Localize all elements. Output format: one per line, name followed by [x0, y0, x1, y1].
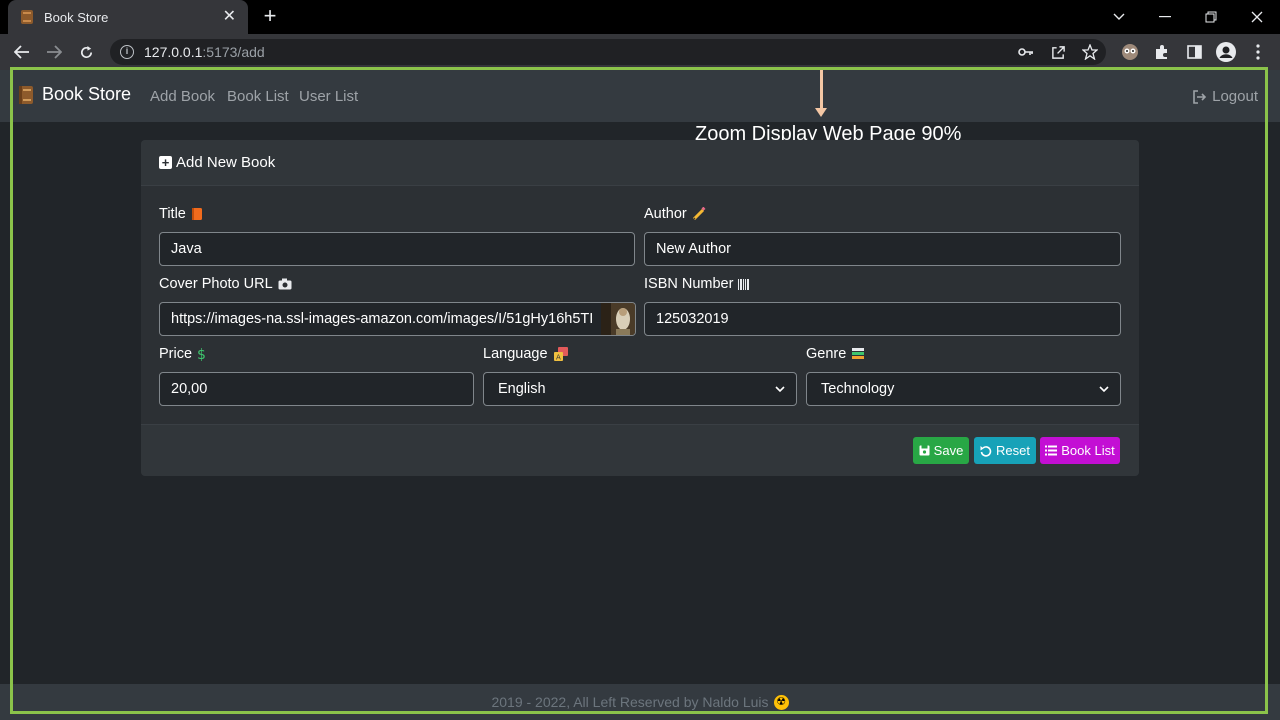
annotation-arrowhead: [815, 108, 827, 117]
tab-search-icon[interactable]: [1096, 0, 1142, 34]
language-selected-value: English: [498, 381, 546, 397]
dollar-sign-icon: $: [197, 347, 205, 361]
tab-title: Book Store: [44, 9, 109, 25]
browser-tab-strip: Book Store ✕ +: [0, 0, 1280, 34]
extensions-puzzle-icon[interactable]: [1150, 40, 1174, 64]
title-input[interactable]: Java: [159, 232, 635, 266]
author-label: Author: [644, 206, 706, 222]
list-icon: [1045, 445, 1058, 456]
menu-kebab-icon[interactable]: [1246, 40, 1270, 64]
restore-icon[interactable]: [1188, 0, 1234, 34]
logout-label: Logout: [1212, 88, 1258, 105]
genre-selected-value: Technology: [821, 381, 895, 397]
web-page: Book Store Add Book Book List User List …: [0, 70, 1280, 720]
annotation-arrow-shaft: [820, 70, 823, 110]
brand-label: Book Store: [42, 84, 132, 104]
logout-icon: [1193, 89, 1207, 104]
extension-avatar-icon[interactable]: [1118, 40, 1142, 64]
nav-book-list[interactable]: Book List: [227, 88, 289, 105]
price-label: Price $: [159, 346, 205, 362]
svg-text:$: $: [197, 347, 205, 361]
close-window-icon[interactable]: [1234, 0, 1280, 34]
book-favicon-icon: [20, 10, 34, 24]
book-list-label: Book List: [1061, 443, 1115, 458]
page-footer: 2019 - 2022, All Left Reserved by Naldo …: [0, 684, 1280, 720]
address-bar[interactable]: i 127.0.0.1:5173/add: [110, 39, 1106, 65]
price-label-text: Price: [159, 346, 193, 362]
card-header: + Add New Book: [141, 140, 1139, 186]
author-label-text: Author: [644, 206, 687, 222]
book-list-button[interactable]: Book List: [1040, 437, 1120, 464]
site-info-icon[interactable]: i: [120, 45, 134, 59]
cover-label: Cover Photo URL: [159, 276, 292, 292]
chevron-down-icon: [775, 385, 785, 392]
url-host: 127.0.0.1: [144, 44, 203, 60]
reload-icon[interactable]: [74, 40, 98, 64]
isbn-input[interactable]: 125032019: [644, 302, 1121, 336]
side-panel-icon[interactable]: [1182, 40, 1206, 64]
genre-select[interactable]: Technology: [806, 372, 1121, 406]
author-input[interactable]: New Author: [644, 232, 1121, 266]
isbn-label-text: ISBN Number: [644, 276, 734, 292]
add-book-card: + Add New Book Title Java Author New Aut…: [141, 140, 1139, 476]
bookmark-star-icon[interactable]: [1078, 40, 1102, 64]
isbn-label: ISBN Number: [644, 276, 750, 292]
app-navbar: Book Store Add Book Book List User List …: [0, 70, 1280, 122]
language-label: Language A: [483, 346, 569, 362]
books-stack-icon: [851, 347, 865, 361]
language-icon: A: [553, 346, 569, 362]
title-label: Title: [159, 206, 203, 222]
url-path: :5173/add: [202, 44, 265, 60]
share-icon[interactable]: [1046, 40, 1070, 64]
undo-icon: [980, 445, 992, 457]
chevron-down-icon: [1099, 385, 1109, 392]
profile-icon[interactable]: [1214, 40, 1238, 64]
cover-label-text: Cover Photo URL: [159, 276, 273, 292]
nav-user-list[interactable]: User List: [299, 88, 358, 105]
price-input[interactable]: 20,00: [159, 372, 474, 406]
nav-add-book[interactable]: Add Book: [150, 88, 215, 105]
new-tab-button[interactable]: +: [258, 4, 282, 28]
floppy-icon: [919, 445, 930, 456]
barcode-icon: [738, 278, 750, 290]
save-button[interactable]: Save: [913, 437, 969, 464]
genre-label-text: Genre: [806, 346, 847, 362]
radioactive-icon: ☢: [773, 694, 789, 710]
brand-link[interactable]: Book Store: [18, 84, 131, 105]
save-label: Save: [933, 443, 964, 458]
card-title: Add New Book: [176, 154, 276, 171]
book-brand-icon: [19, 85, 33, 104]
title-label-text: Title: [159, 206, 186, 222]
tab-close-icon[interactable]: ✕: [223, 9, 236, 25]
reset-button[interactable]: Reset: [974, 437, 1036, 464]
genre-label: Genre: [806, 346, 865, 362]
cover-thumbnail-image: [601, 302, 636, 336]
footer-text: 2019 - 2022, All Left Reserved by Naldo …: [491, 694, 769, 710]
logout-link[interactable]: Logout: [1192, 88, 1258, 105]
browser-tab[interactable]: Book Store ✕: [8, 0, 248, 34]
camera-icon: [278, 278, 292, 290]
back-icon[interactable]: [10, 40, 34, 64]
forward-icon[interactable]: [42, 40, 66, 64]
language-label-text: Language: [483, 346, 548, 362]
pencil-icon: [692, 207, 706, 221]
language-select[interactable]: English: [483, 372, 797, 406]
key-icon[interactable]: [1014, 40, 1038, 64]
minimize-icon[interactable]: [1142, 0, 1188, 34]
reset-label: Reset: [996, 443, 1030, 458]
orange-book-icon: [191, 207, 203, 221]
cover-url-input[interactable]: https://images-na.ssl-images-amazon.com/…: [159, 302, 602, 336]
svg-text:A: A: [556, 354, 561, 362]
plus-square-icon: +: [159, 156, 172, 169]
